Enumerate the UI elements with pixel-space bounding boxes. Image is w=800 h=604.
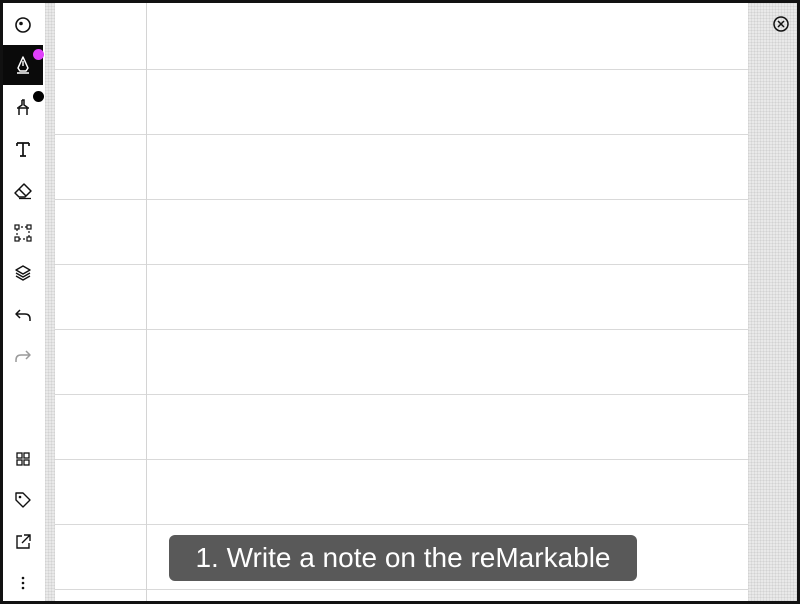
- more-vertical-icon: [21, 576, 25, 590]
- close-circle-icon: [773, 16, 789, 32]
- pen-tool-button[interactable]: [3, 45, 44, 85]
- undo-icon: [15, 309, 31, 321]
- share-icon: [16, 534, 31, 549]
- page-overview-button[interactable]: [3, 439, 43, 479]
- note-canvas[interactable]: [55, 3, 748, 601]
- menu-circle-icon: [15, 17, 31, 33]
- layers-icon: [15, 265, 31, 281]
- redo-button[interactable]: [3, 336, 43, 376]
- text-tool-icon: [16, 142, 30, 157]
- page-margin-line: [146, 3, 147, 601]
- selection-tool-button[interactable]: [3, 213, 43, 253]
- more-options-button[interactable]: [3, 563, 43, 601]
- pen-color-badge: [33, 49, 44, 60]
- right-page-gutter: [748, 3, 797, 601]
- menu-button[interactable]: [3, 5, 43, 45]
- text-tool-button[interactable]: [3, 129, 43, 169]
- highlighter-icon: [17, 99, 29, 115]
- redo-icon: [15, 350, 31, 362]
- tag-icon: [15, 492, 31, 508]
- pen-icon: [17, 56, 29, 74]
- selection-icon: [14, 224, 32, 242]
- eraser-tool-button[interactable]: [3, 171, 43, 211]
- toolbar: [3, 3, 45, 601]
- eraser-icon: [14, 183, 32, 200]
- grid-view-icon: [16, 452, 30, 466]
- app-frame: 1. Write a note on the reMarkable: [0, 0, 800, 604]
- highlighter-tool-button[interactable]: [3, 87, 44, 127]
- tag-button[interactable]: [3, 480, 43, 520]
- share-button[interactable]: [3, 522, 43, 562]
- left-page-gutter: [45, 3, 55, 601]
- highlighter-color-badge: [33, 91, 44, 102]
- close-button[interactable]: [771, 14, 791, 34]
- tutorial-caption: 1. Write a note on the reMarkable: [169, 535, 637, 581]
- layers-button[interactable]: [3, 253, 43, 293]
- undo-button[interactable]: [3, 295, 43, 335]
